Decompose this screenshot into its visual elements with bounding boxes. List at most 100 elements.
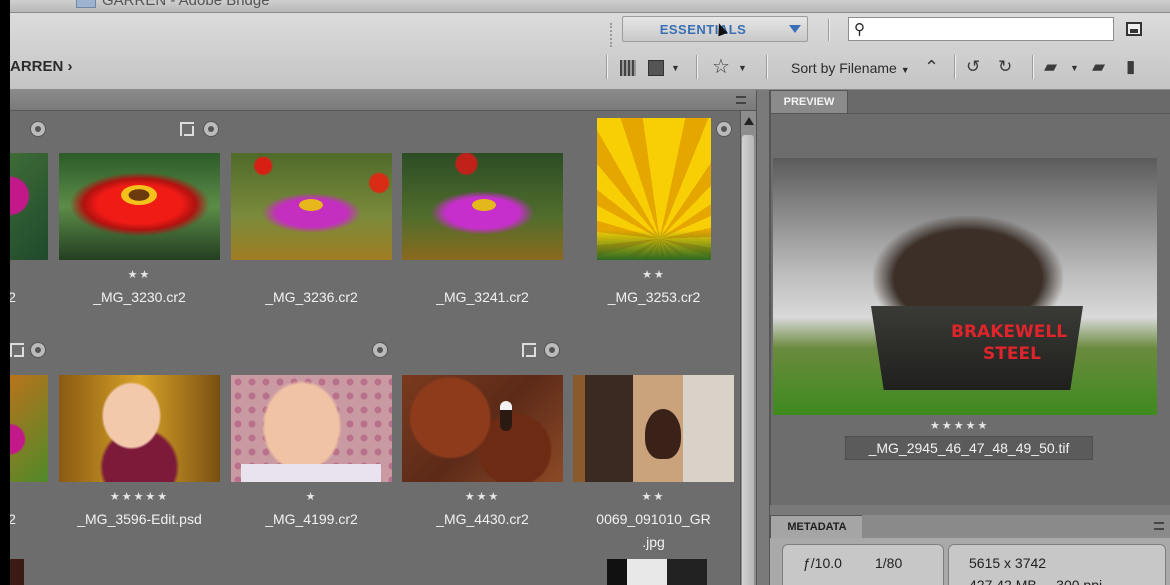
file-name[interactable]: 2 xyxy=(10,511,22,527)
search-icon[interactable]: ⚲ xyxy=(854,20,865,38)
rating-stars[interactable]: ★★★★★ xyxy=(930,419,989,432)
separator xyxy=(766,55,768,79)
thumbnail[interactable] xyxy=(402,153,563,260)
baby-outfit xyxy=(241,464,381,482)
flower-center xyxy=(299,199,323,211)
thumbnail[interactable] xyxy=(597,118,711,260)
content-scrollbar[interactable] xyxy=(740,111,757,585)
separator xyxy=(828,19,830,41)
sort-menu[interactable]: Sort by Filename ▼ xyxy=(791,60,910,76)
rotate-right-icon[interactable]: ↻ xyxy=(998,57,1012,77)
metadata-tab-bar xyxy=(862,515,1170,539)
scroll-up-icon[interactable] xyxy=(744,117,754,125)
metadata-blank: -- xyxy=(803,577,813,585)
workspace-label: ESSENTIALS xyxy=(659,22,747,37)
shutter-value: 1/80 xyxy=(875,555,903,571)
camera-data-box: ƒ/10.0 1/80 -- -- xyxy=(782,544,944,585)
hair-bun xyxy=(645,409,681,459)
trash-icon[interactable]: ▮ xyxy=(1126,57,1135,77)
chevron-down-icon[interactable]: ▼ xyxy=(1070,63,1079,73)
breadcrumb-label[interactable]: ARREN xyxy=(10,58,63,75)
file-name[interactable]: _MG_4199.cr2 xyxy=(231,511,392,527)
chevron-down-icon[interactable] xyxy=(789,25,801,33)
sign-text: BRAKEWELL xyxy=(951,322,1068,342)
panel-menu-icon[interactable] xyxy=(736,96,746,104)
thumbnail[interactable] xyxy=(59,375,220,482)
file-name[interactable]: _MG_4430.cr2 xyxy=(402,511,563,527)
thumbnail[interactable] xyxy=(573,375,734,482)
search-input[interactable] xyxy=(875,20,1111,40)
compact-mode-button[interactable] xyxy=(1126,22,1142,36)
file-name[interactable]: _MG_3230.cr2 xyxy=(59,289,220,305)
status-badge-icon xyxy=(203,121,219,137)
file-name[interactable]: _MG_3241.cr2 xyxy=(402,289,563,305)
tab-preview[interactable]: PREVIEW xyxy=(770,90,848,114)
search-box[interactable]: ⚲ xyxy=(848,17,1114,41)
sort-ascending-icon[interactable]: ⌃ xyxy=(924,57,939,77)
crop-icon xyxy=(180,122,194,136)
panel-divider[interactable] xyxy=(770,505,1170,515)
panel-divider[interactable] xyxy=(756,90,770,585)
sign-text: STEEL xyxy=(983,344,1041,364)
file-name[interactable]: _MG_3236.cr2 xyxy=(231,289,392,305)
bridge-window: GARREN - Adobe Bridge ESSENTIALS ⚲ ARREN… xyxy=(10,0,1170,585)
rating-stars[interactable]: ★★★★★ xyxy=(59,490,220,503)
rating-stars[interactable]: ★ xyxy=(231,490,392,503)
rotate-left-icon[interactable]: ↺ xyxy=(966,57,980,77)
scrollbar-thumb[interactable] xyxy=(742,135,754,585)
thumbnail[interactable] xyxy=(59,153,220,260)
chevron-down-icon[interactable]: ▼ xyxy=(901,65,910,75)
file-name[interactable]: 0069_091010_GR xyxy=(573,511,734,527)
content-panel-header xyxy=(10,90,756,111)
separator xyxy=(606,55,608,79)
flower-center xyxy=(121,185,157,205)
file-name[interactable]: 2 xyxy=(10,289,22,305)
file-name[interactable]: _MG_3253.cr2 xyxy=(584,289,724,305)
thumbnail[interactable] xyxy=(10,153,48,260)
file-name[interactable]: _MG_3596-Edit.psd xyxy=(59,511,220,527)
tab-metadata[interactable]: METADATA xyxy=(770,515,864,540)
eagle xyxy=(500,401,512,431)
file-info-box: 5615 x 3742 427.42 MB 300 ppi xyxy=(948,544,1166,585)
thumbnail-grid-icon[interactable] xyxy=(620,60,636,76)
thumbnail[interactable] xyxy=(10,375,48,482)
separator xyxy=(696,55,698,79)
window-title: GARREN - Adobe Bridge xyxy=(76,0,270,9)
separator xyxy=(1032,55,1034,79)
status-badge-icon xyxy=(30,121,46,137)
thumbnail[interactable] xyxy=(10,559,24,585)
steel-bin: BRAKEWELL STEEL xyxy=(871,306,1083,390)
status-badge-icon xyxy=(716,121,732,137)
open-recent-folder-icon[interactable]: ▰ xyxy=(1044,57,1057,77)
rating-stars[interactable]: ★★★ xyxy=(402,490,563,503)
status-badge-icon xyxy=(372,342,388,358)
view-mode-icon[interactable] xyxy=(648,60,664,76)
rating-stars[interactable]: ★★ xyxy=(573,490,734,503)
thumbnail[interactable] xyxy=(231,153,392,260)
star-filter-icon[interactable]: ☆ xyxy=(712,57,730,77)
aperture-value: ƒ/10.0 xyxy=(803,555,842,571)
file-name-line2[interactable]: .jpg xyxy=(573,534,734,550)
rating-stars[interactable]: ★★ xyxy=(584,268,724,281)
preview-file-name: _MG_2945_46_47_48_49_50.tif xyxy=(845,436,1093,460)
size-resolution-value: 427.42 MB 300 ppi xyxy=(969,577,1103,585)
workspace-grip[interactable] xyxy=(610,23,616,47)
thumbnail[interactable] xyxy=(231,375,392,482)
breadcrumb[interactable]: ARREN › xyxy=(10,58,73,75)
sculpture xyxy=(873,216,1063,320)
panel-menu-icon[interactable] xyxy=(1154,522,1164,530)
crop-icon xyxy=(522,343,536,357)
dimensions-value: 5615 x 3742 xyxy=(969,555,1047,571)
thumbnail[interactable] xyxy=(402,375,563,482)
metadata-blank: -- xyxy=(875,577,885,585)
window-title-text: GARREN - Adobe Bridge xyxy=(102,0,270,9)
rating-stars[interactable]: ★★ xyxy=(59,268,220,281)
metadata-panel: ƒ/10.0 1/80 -- -- 5615 x 3742 427.42 MB … xyxy=(770,538,1170,585)
sort-label[interactable]: Sort by Filename xyxy=(791,60,897,76)
preview-image[interactable]: BRAKEWELL STEEL xyxy=(773,158,1157,415)
chevron-down-icon[interactable]: ▼ xyxy=(671,63,680,73)
chevron-down-icon[interactable]: ▼ xyxy=(738,63,747,73)
new-folder-icon[interactable]: ▰ xyxy=(1092,57,1105,77)
thumbnail[interactable] xyxy=(607,559,707,585)
crop-icon xyxy=(10,343,24,357)
